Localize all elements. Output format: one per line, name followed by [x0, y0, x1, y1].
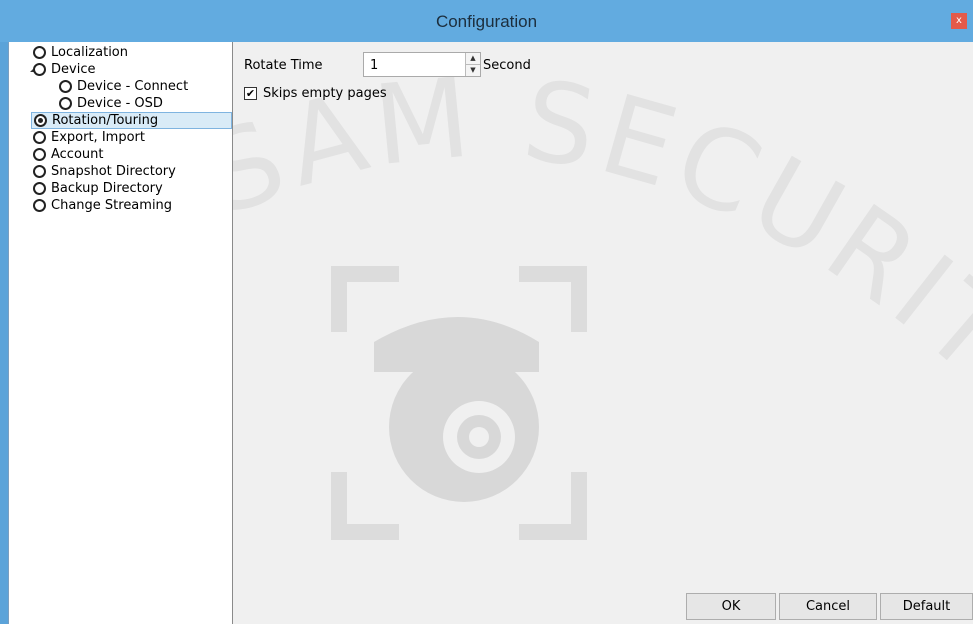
spin-buttons: ▲ ▼ — [465, 53, 480, 76]
radio-icon — [33, 199, 46, 212]
tree-item-rotation-touring[interactable]: Rotation/Touring — [31, 112, 232, 129]
tree-item-device-connect[interactable]: Device - Connect — [59, 78, 188, 95]
tree-item-label: Export, Import — [51, 130, 145, 145]
window-title: Configuration — [435, 12, 538, 31]
rotation-settings-panel: Rotate Time ▲ ▼ Second ✔ Skips empty pag… — [233, 42, 973, 624]
tree-item-label: Change Streaming — [51, 198, 173, 213]
cancel-button[interactable]: Cancel — [779, 593, 877, 620]
tree-item-change-streaming[interactable]: Change Streaming — [33, 197, 172, 214]
title-bar[interactable]: Configuration x — [0, 0, 973, 42]
radio-icon — [59, 97, 72, 110]
tree-item-label: Account — [51, 147, 104, 162]
tree-item-account[interactable]: Account — [33, 146, 104, 163]
spin-up-icon[interactable]: ▲ — [466, 53, 480, 65]
dialog-client-area: OLLSAM SECURITY Localization ◢ — [8, 42, 973, 624]
radio-icon — [33, 165, 46, 178]
default-button[interactable]: Default — [880, 593, 973, 620]
tree-item-device-osd[interactable]: Device - OSD — [59, 95, 163, 112]
tree-item-label: Device — [51, 62, 96, 77]
tree-item-export-import[interactable]: Export, Import — [33, 129, 145, 146]
skip-empty-pages-row[interactable]: ✔ Skips empty pages — [244, 86, 387, 101]
tree-item-label: Rotation/Touring — [52, 113, 159, 128]
configuration-window: Configuration x OLLSAM SECURITY — [0, 0, 973, 624]
skip-empty-pages-checkbox[interactable]: ✔ — [244, 87, 257, 100]
tree-item-label: Device - OSD — [77, 96, 163, 111]
tree-item-snapshot-directory[interactable]: Snapshot Directory — [33, 163, 176, 180]
tree-item-label: Snapshot Directory — [51, 164, 176, 179]
tree-item-device[interactable]: Device — [33, 61, 95, 78]
settings-tree[interactable]: Localization ◢ Device Device - Connect D… — [9, 42, 233, 624]
close-button[interactable]: x — [951, 13, 967, 29]
skip-empty-pages-label: Skips empty pages — [263, 86, 387, 101]
rotate-time-input[interactable] — [368, 54, 462, 77]
radio-icon — [33, 131, 46, 144]
tree-item-label: Backup Directory — [51, 181, 163, 196]
tree-item-label: Device - Connect — [77, 79, 189, 94]
radio-icon — [33, 46, 46, 59]
rotate-time-spinbox[interactable]: ▲ ▼ — [363, 52, 481, 77]
tree-item-label: Localization — [51, 45, 128, 60]
radio-icon — [59, 80, 72, 93]
radio-icon — [33, 148, 46, 161]
rotate-time-label: Rotate Time — [244, 58, 323, 73]
tree-item-localization[interactable]: Localization — [33, 44, 128, 61]
rotate-time-unit: Second — [483, 58, 531, 73]
spin-down-icon[interactable]: ▼ — [466, 65, 480, 76]
radio-icon — [33, 63, 46, 76]
tree-item-backup-directory[interactable]: Backup Directory — [33, 180, 163, 197]
ok-button[interactable]: OK — [686, 593, 776, 620]
radio-selected-icon — [34, 114, 47, 127]
radio-icon — [33, 182, 46, 195]
